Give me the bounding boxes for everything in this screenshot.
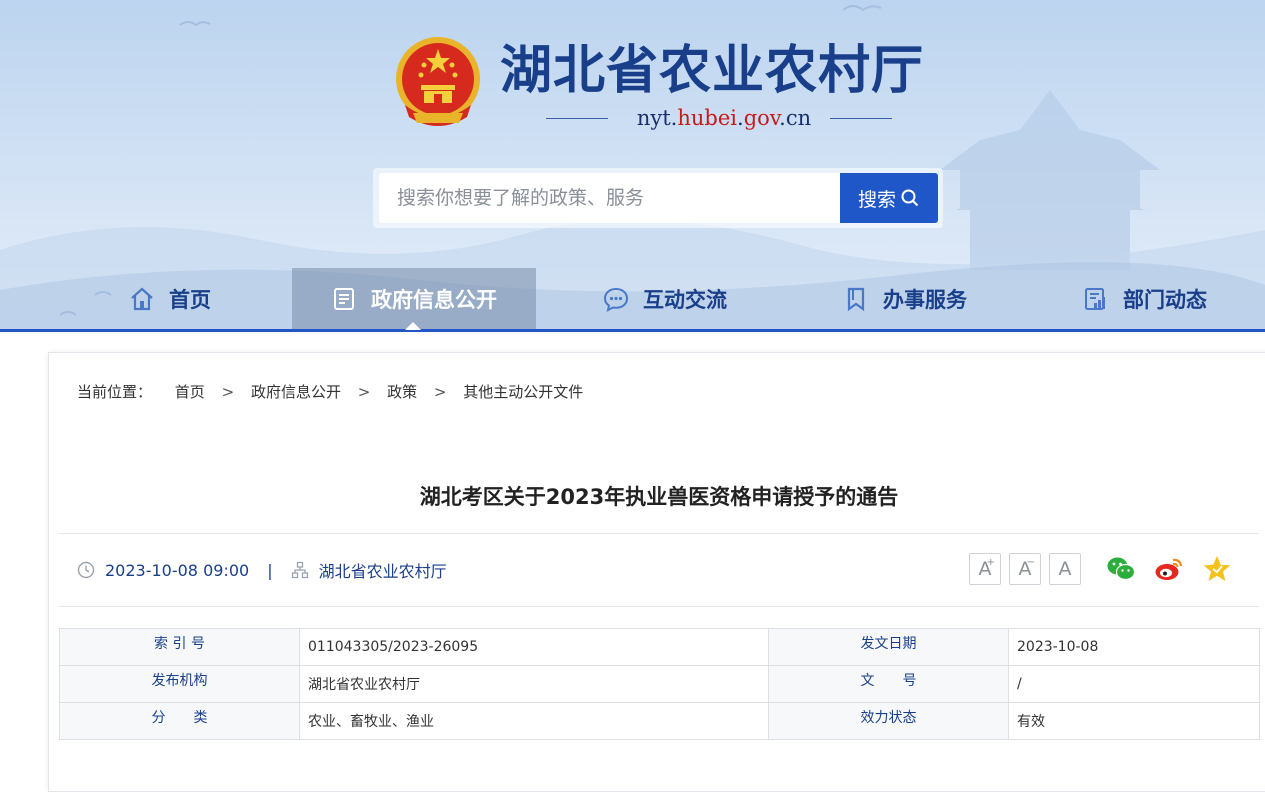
table-key: 索 引 号	[59, 628, 300, 666]
nav-label: 互动交流	[643, 288, 727, 312]
chat-bubble-icon	[603, 287, 629, 312]
search-input[interactable]	[379, 173, 845, 223]
document-list-icon	[334, 288, 354, 310]
table-key: 发文日期	[768, 628, 1009, 666]
font-reset-button[interactable]: A	[1049, 553, 1081, 585]
publish-datetime: 2023-10-08 09:00	[105, 560, 250, 580]
table-row: 分 类 农业、畜牧业、渔业 效力状态 有效	[59, 702, 1260, 740]
table-row: 索 引 号 011043305/2023-26095 发文日期 2023-10-…	[59, 628, 1260, 666]
table-value: 农业、畜牧业、渔业	[299, 702, 769, 740]
table-key: 效力状态	[768, 702, 1009, 740]
table-key: 分 类	[59, 702, 300, 740]
document-info-table: 索 引 号 011043305/2023-26095 发文日期 2023-10-…	[59, 628, 1260, 740]
table-row: 发布机构 湖北省农业农村厅 文 号 /	[59, 665, 1260, 703]
search-bar: 搜索	[373, 168, 943, 228]
publish-source: 湖北省农业农村厅	[318, 562, 447, 581]
nav-label: 部门动态	[1123, 288, 1207, 312]
nav-label: 首页	[169, 288, 211, 312]
clock-icon	[77, 561, 95, 579]
breadcrumb-item-home[interactable]: 首页	[175, 383, 205, 401]
breadcrumb: 当前位置： 首页 > 政府信息公开 > 政策 > 其他主动公开文件	[77, 381, 583, 403]
home-icon	[131, 287, 153, 311]
nav-active-caret	[405, 322, 421, 330]
breadcrumb-item-government-info[interactable]: 政府信息公开	[251, 383, 341, 401]
font-increase-button[interactable]: A +	[969, 553, 1001, 585]
favorite-star-icon[interactable]	[1201, 553, 1233, 585]
nav-bottom-bar	[0, 329, 1265, 332]
breadcrumb-prefix: 当前位置：	[77, 383, 153, 401]
meta-divider-line	[59, 606, 1259, 607]
table-value: 有效	[1008, 702, 1260, 740]
table-key: 文 号	[768, 665, 1009, 703]
domain-divider-left	[546, 118, 608, 119]
nav-item-services[interactable]: 办事服务	[820, 268, 990, 330]
domain-divider-right	[830, 118, 892, 119]
table-key: 发布机构	[59, 665, 300, 703]
font-decrease-button[interactable]: A −	[1009, 553, 1041, 585]
domain-text: nyt.hubei.gov.cn	[636, 106, 812, 130]
nav-label: 政府信息公开	[371, 288, 497, 312]
table-value: 湖北省农业农村厅	[299, 665, 769, 703]
wechat-icon[interactable]	[1105, 553, 1137, 585]
article-panel: 当前位置： 首页 > 政府信息公开 > 政策 > 其他主动公开文件 湖北考区关于…	[48, 352, 1265, 792]
main-nav: 首页 政府信息公开 互动交流 办事服务 部门动态	[0, 268, 1265, 332]
article-meta: 2023-10-08 09:00 | 湖北省农业农村厅	[77, 557, 447, 583]
breadcrumb-separator: >	[221, 383, 235, 401]
weibo-icon[interactable]	[1153, 553, 1185, 585]
national-emblem-logo	[396, 37, 480, 126]
site-domain: nyt.hubei.gov.cn	[540, 104, 910, 132]
nav-item-government-info[interactable]: 政府信息公开	[292, 268, 536, 330]
organization-icon	[291, 561, 308, 579]
breadcrumb-item-other-files[interactable]: 其他主动公开文件	[463, 383, 583, 401]
table-value: /	[1008, 665, 1260, 703]
nav-item-department-news[interactable]: 部门动态	[1060, 268, 1230, 330]
nav-label: 办事服务	[883, 288, 967, 312]
font-size-controls: A + A − A	[969, 553, 1081, 585]
meta-divider: |	[267, 560, 273, 580]
breadcrumb-separator: >	[357, 383, 371, 401]
search-icon	[901, 189, 919, 207]
site-header: 湖北省农业农村厅 nyt.hubei.gov.cn 搜索 首页	[0, 0, 1265, 332]
search-button[interactable]: 搜索	[840, 173, 938, 223]
breadcrumb-item-policy[interactable]: 政策	[387, 383, 417, 401]
nav-item-home[interactable]: 首页	[100, 268, 240, 330]
table-value: 011043305/2023-26095	[299, 628, 769, 666]
title-divider	[59, 533, 1259, 534]
breadcrumb-separator: >	[433, 383, 447, 401]
search-button-label: 搜索	[857, 188, 896, 211]
article-title: 湖北考区关于2023年执业兽医资格申请授予的通告	[419, 485, 899, 509]
nav-item-interaction[interactable]: 互动交流	[580, 268, 750, 330]
news-chart-icon	[1085, 288, 1105, 310]
site-title: 湖北省农业农村厅	[500, 40, 925, 101]
bookmark-icon	[847, 287, 865, 312]
share-buttons	[1105, 553, 1233, 585]
table-value: 2023-10-08	[1008, 628, 1260, 666]
